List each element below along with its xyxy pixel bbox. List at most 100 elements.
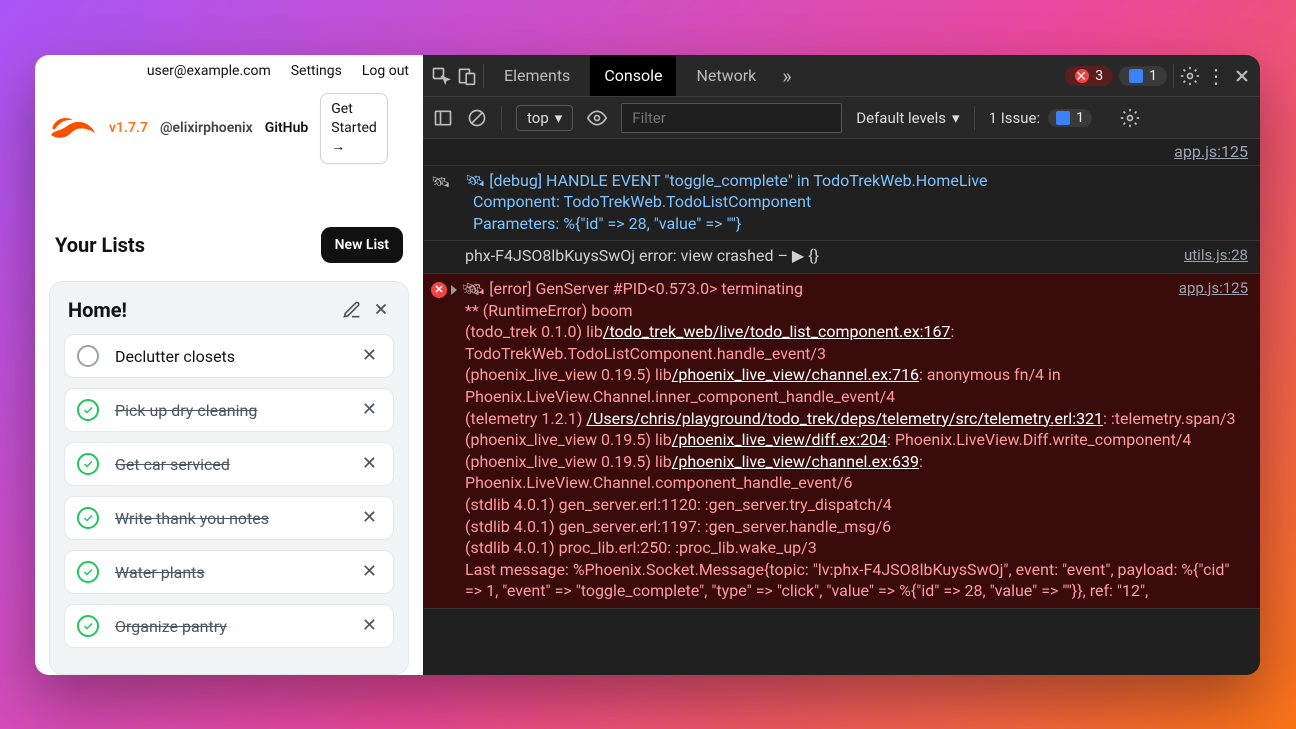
eye-icon[interactable] [587, 108, 607, 128]
clear-console-icon[interactable] [467, 108, 487, 128]
phoenix-logo-icon[interactable] [49, 113, 97, 143]
context-label: top [527, 109, 549, 127]
console-row: utils.js:28 phx-F4JSO8lbKuysSwOj error: … [423, 241, 1260, 274]
close-devtools-icon[interactable] [1232, 66, 1252, 86]
close-icon[interactable] [372, 300, 390, 320]
info-badge[interactable]: 1 [1119, 66, 1167, 86]
log-text: (stdlib 4.0.1) gen_server.erl:1197: :gen… [465, 517, 891, 536]
card-header: Home! [64, 298, 394, 322]
delete-icon[interactable]: ✕ [358, 617, 381, 635]
issues-label: 1 Issue: [989, 109, 1041, 127]
tab-elements[interactable]: Elements [490, 55, 584, 96]
log-text: ** (RuntimeError) boom [465, 301, 633, 320]
tab-network[interactable]: Network [682, 55, 770, 96]
trace-link[interactable]: /todo_trek_web/live/todo_list_component.… [603, 322, 951, 341]
filter-input[interactable] [621, 103, 842, 133]
list-title: Home! [68, 298, 127, 322]
new-list-button[interactable]: New List [321, 227, 403, 263]
github-link[interactable]: GitHub [265, 120, 308, 136]
log-text: (phoenix_live_view 0.19.5) lib [465, 365, 672, 384]
check-complete-icon[interactable] [77, 453, 99, 475]
log-text: 🛰 [error] GenServer #PID<0.573.0> termin… [465, 279, 803, 298]
edit-icon[interactable] [342, 300, 362, 320]
trace-link[interactable]: /phoenix_live_view/channel.ex:716 [672, 365, 919, 384]
todo-item: Organize pantry✕ [64, 604, 394, 648]
console-error-row: ✕ 🛰 app.js:125 🛰 [error] GenServer #PID<0… [423, 274, 1260, 609]
divider [501, 106, 502, 130]
todo-item: Pick up dry cleaning✕ [64, 388, 394, 432]
top-nav: user@example.com Settings Log out [35, 55, 423, 87]
delete-icon[interactable]: ✕ [358, 401, 381, 419]
todo-label: Declutter closets [115, 347, 358, 366]
delete-icon[interactable]: ✕ [358, 509, 381, 527]
trace-link[interactable]: /phoenix_live_view/channel.ex:639 [672, 452, 919, 471]
more-tabs-icon[interactable]: » [776, 64, 797, 88]
console-toolbar: top ▾ Default levels ▾ 1 Issue: 1 [423, 97, 1260, 139]
check-complete-icon[interactable] [77, 561, 99, 583]
devtools-panel: Elements Console Network » ✕3 1 ⋮ top▾ D… [423, 55, 1260, 675]
delete-icon[interactable]: ✕ [358, 455, 381, 473]
phoenix-app: user@example.com Settings Log out v1.7.7… [35, 55, 423, 675]
log-text: : :telemetry.span/3 [1103, 409, 1235, 428]
expand-icon[interactable] [451, 285, 457, 295]
inspect-icon[interactable] [431, 66, 451, 86]
issues-indicator[interactable]: 1 Issue: 1 [989, 109, 1092, 127]
error-count: 3 [1095, 68, 1103, 84]
console-row: app.js:125 [423, 139, 1260, 166]
todo-item: Declutter closets✕ [64, 334, 394, 378]
todo-label: Water plants [115, 563, 358, 582]
source-link[interactable]: app.js:125 [1179, 278, 1248, 298]
trace-link[interactable]: /phoenix_live_view/diff.ex:204 [672, 430, 887, 449]
log-text: phx-F4JSO8lbKuysSwOj error: view crashed… [465, 246, 819, 265]
todo-label: Get car serviced [115, 455, 358, 474]
divider [483, 64, 484, 88]
error-icon: ✕ [431, 282, 447, 298]
tab-console[interactable]: Console [590, 55, 676, 96]
log-text: Last message: %Phoenix.Socket.Message{to… [465, 560, 1230, 601]
todo-label: Write thank you notes [115, 509, 358, 528]
logout-link[interactable]: Log out [362, 63, 409, 79]
trace-link[interactable]: /Users/chris/playground/todo_trek/deps/t… [586, 409, 1103, 428]
chevron-down-icon: ▾ [555, 109, 563, 127]
delete-icon[interactable]: ✕ [358, 347, 381, 365]
settings-link[interactable]: Settings [291, 63, 342, 79]
divider [974, 106, 975, 130]
check-complete-icon[interactable] [77, 615, 99, 637]
levels-label: Default levels [856, 109, 946, 127]
gear-icon[interactable] [1180, 66, 1200, 86]
source-link[interactable]: app.js:125 [1174, 142, 1248, 161]
sidebar-toggle-icon[interactable] [433, 108, 453, 128]
console-output[interactable]: app.js:125 🛰 🛰 [debug] HANDLE EVENT "tog… [423, 139, 1260, 675]
log-text: : Phoenix.LiveView.Diff.write_component/… [887, 430, 1191, 449]
info-count: 1 [1149, 68, 1157, 84]
kebab-icon[interactable]: ⋮ [1206, 64, 1226, 88]
log-levels-selector[interactable]: Default levels ▾ [856, 109, 959, 127]
context-selector[interactable]: top ▾ [516, 105, 573, 131]
gear-icon[interactable] [1120, 108, 1140, 128]
lists-heading: Your Lists [55, 233, 145, 257]
lists-header: Your Lists New List [35, 227, 423, 281]
error-badge[interactable]: ✕3 [1065, 66, 1113, 86]
console-row: 🛰 🛰 [debug] HANDLE EVENT "toggle_complet… [423, 166, 1260, 242]
check-complete-icon[interactable] [77, 399, 99, 421]
chevron-down-icon: ▾ [952, 109, 960, 127]
log-text: (todo_trek 0.1.0) lib [465, 322, 603, 341]
check-complete-icon[interactable] [77, 507, 99, 529]
source-link[interactable]: utils.js:28 [1184, 245, 1248, 265]
satellite-icon: 🛰 [461, 280, 480, 300]
divider [1173, 64, 1174, 88]
device-icon[interactable] [457, 66, 477, 86]
todo-item: Water plants✕ [64, 550, 394, 594]
todo-item: Write thank you notes✕ [64, 496, 394, 540]
issues-count: 1 [1076, 110, 1084, 126]
app-window: user@example.com Settings Log out v1.7.7… [35, 55, 1260, 675]
log-text: (stdlib 4.0.1) gen_server.erl:1120: :gen… [465, 495, 892, 514]
log-text: (telemetry 1.2.1) [465, 409, 586, 428]
todo-list-card: Home! Declutter closets✕Pick up dry clea… [49, 281, 409, 675]
log-text: (stdlib 4.0.1) proc_lib.erl:250: :proc_l… [465, 538, 817, 557]
delete-icon[interactable]: ✕ [358, 563, 381, 581]
check-pending-icon[interactable] [77, 345, 99, 367]
twitter-handle[interactable]: @elixirphoenix [160, 120, 253, 136]
log-text: 🛰 [debug] HANDLE EVENT "toggle_complete"… [465, 171, 987, 233]
get-started-button[interactable]: Get Started → [320, 93, 388, 164]
